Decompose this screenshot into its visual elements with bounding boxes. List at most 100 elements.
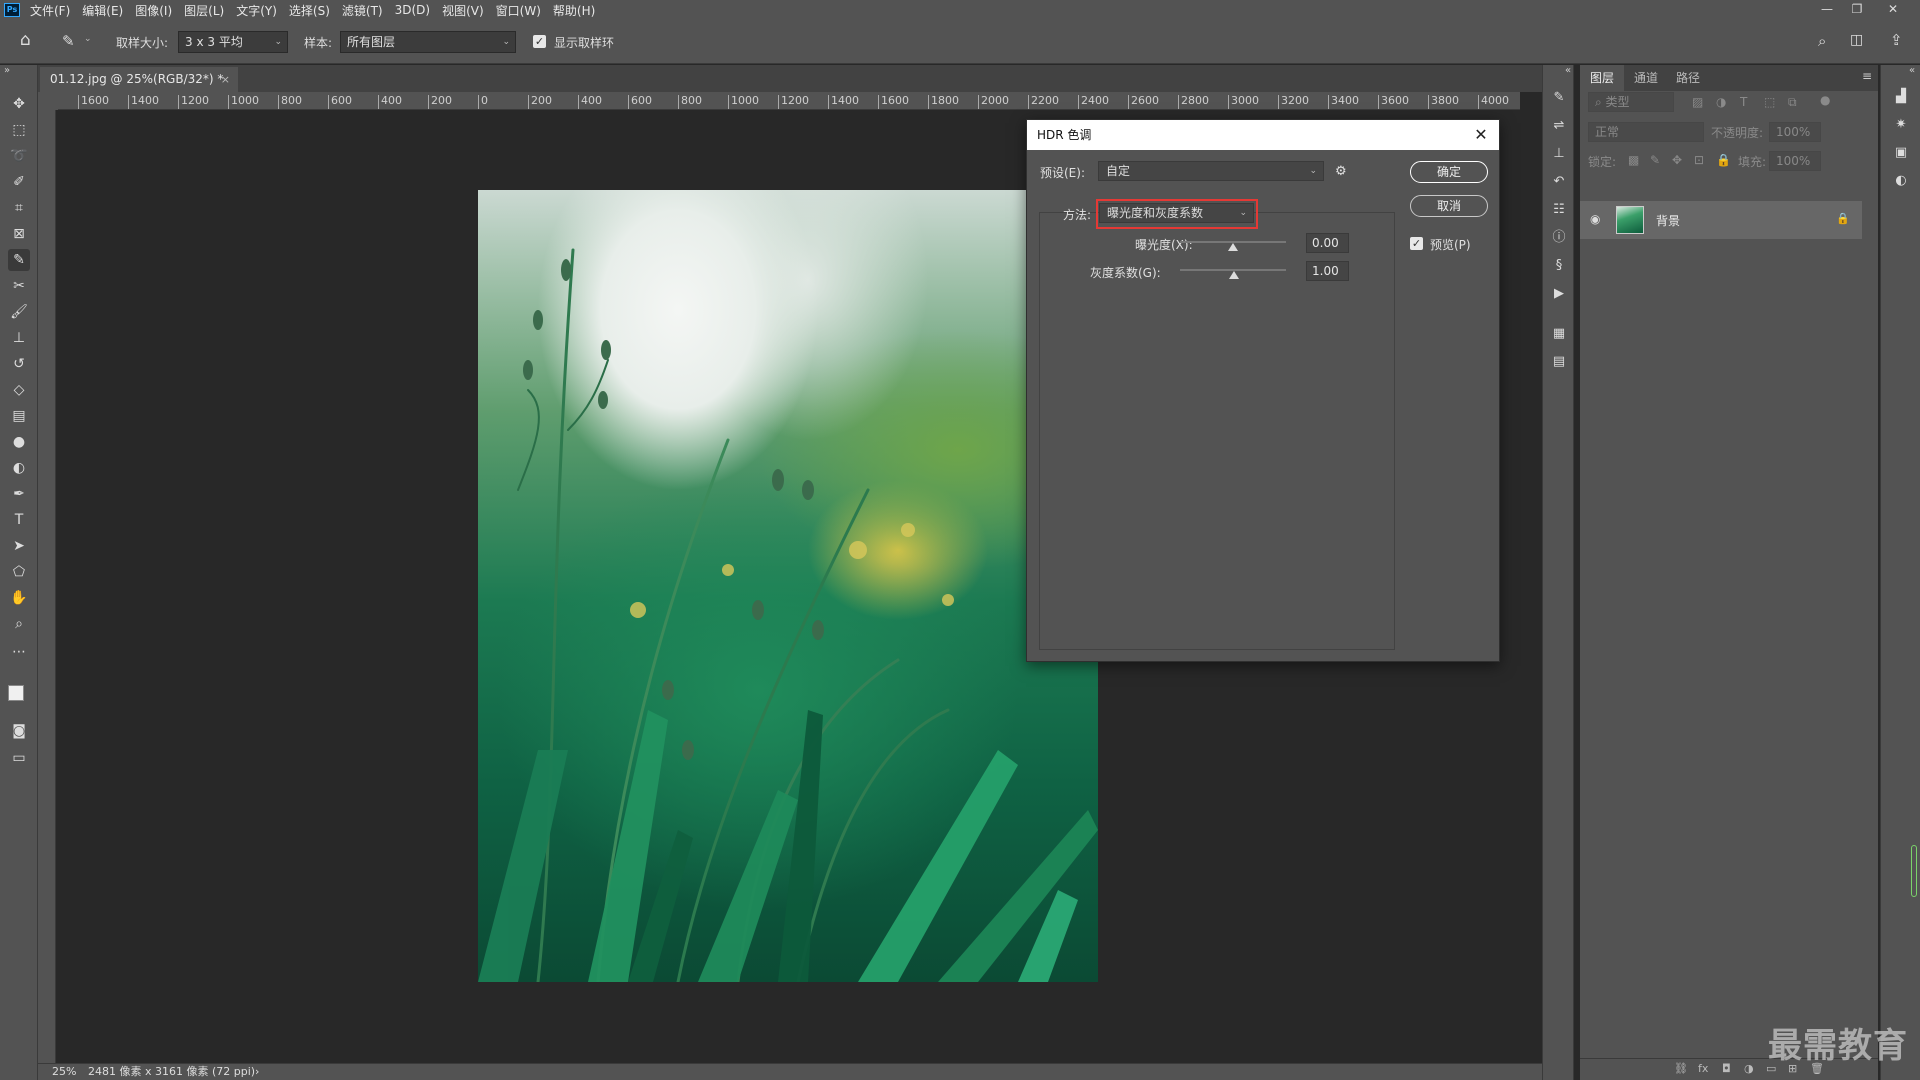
lock-pixels-icon[interactable]: ▩ [1628,153,1639,167]
menu-help[interactable]: 帮助(H) [553,2,595,19]
sample-select[interactable]: 所有图层 ⌄ [340,31,516,53]
opacity-field[interactable]: 100% [1769,122,1821,142]
layer-filter-select[interactable]: ⌕ 类型 [1588,92,1674,112]
adjustment-layer-icon[interactable]: ◑ [1744,1062,1754,1075]
glyphs-icon[interactable]: § [1550,257,1568,275]
collapse-icon[interactable]: » [4,65,10,76]
exposure-slider-thumb[interactable] [1228,243,1238,251]
menu-window[interactable]: 窗口(W) [496,2,541,19]
lasso-tool-icon[interactable]: ➰ [8,145,30,167]
crop-tool-icon[interactable]: ⌗ [8,197,30,219]
notes-icon[interactable]: ▤ [1550,353,1568,371]
cancel-button[interactable]: 取消 [1410,195,1488,217]
tab-channels[interactable]: 通道 [1624,65,1668,91]
preset-options-gear-icon[interactable]: ⚙ [1335,164,1347,179]
blend-mode-select[interactable]: 正常 [1588,122,1704,142]
link-layers-icon[interactable]: ⛓ [1674,1062,1688,1075]
eyedropper-preset-icon[interactable]: ✎ [62,32,75,50]
marquee-tool-icon[interactable]: ⬚ [8,119,30,141]
preview-checkbox[interactable]: ✓ [1410,236,1423,250]
menu-layer[interactable]: 图层(L) [184,2,224,19]
menu-filter[interactable]: 滤镜(T) [342,2,383,19]
menu-select[interactable]: 选择(S) [289,2,330,19]
gamma-slider-thumb[interactable] [1229,271,1239,279]
move-tool-icon[interactable]: ✥ [8,93,30,115]
panel-menu-icon[interactable]: ≡ [1862,69,1872,83]
info-icon[interactable]: ⓘ [1550,229,1568,247]
sample-size-select[interactable]: 3 x 3 平均 ⌄ [178,31,288,53]
layer-row[interactable]: ◉ 背景 🔒 [1580,201,1862,239]
gamma-input[interactable]: 1.00 [1306,261,1349,281]
history-icon[interactable]: ↶ [1550,173,1568,191]
collapse-icon[interactable]: « [1909,65,1915,76]
chevron-down-icon[interactable]: ⌄ [84,34,92,44]
shape-tool-icon[interactable]: ⬠ [8,561,30,583]
filter-shape-icon[interactable]: ⬚ [1764,95,1775,109]
gradient-tool-icon[interactable]: ▤ [8,405,30,427]
eraser-tool-icon[interactable]: ◇ [8,379,30,401]
history-brush-icon[interactable]: ↺ [8,353,30,375]
properties-icon[interactable]: ☷ [1550,201,1568,219]
home-icon[interactable]: ⌂ [20,30,31,50]
layer-lock-icon[interactable]: 🔒 [1836,212,1850,225]
close-window-icon[interactable]: ✕ [1878,0,1908,20]
lock-all-icon[interactable]: 🔒 [1716,153,1731,167]
restore-icon[interactable]: ❐ [1842,0,1872,20]
exposure-input[interactable]: 0.00 [1306,233,1349,253]
filter-pixel-icon[interactable]: ▨ [1692,95,1703,109]
status-arrow-icon[interactable]: › [255,1064,259,1080]
tab-layers[interactable]: 图层 [1580,65,1625,91]
brush-settings-icon[interactable]: ✎ [1550,89,1568,107]
collapse-icon[interactable]: « [1565,65,1571,76]
document-image[interactable] [478,190,1098,982]
preset-select[interactable]: 自定 ⌄ [1098,161,1324,181]
actions-play-icon[interactable]: ▶ [1550,285,1568,303]
navigator-icon[interactable]: ✷ [1891,115,1911,135]
quick-select-tool-icon[interactable]: ✐ [8,171,30,193]
foreground-color-swatch[interactable] [8,685,24,701]
eyedropper-tool-icon[interactable]: ✎ [8,249,30,271]
filter-smart-icon[interactable]: ⧉ [1788,95,1797,110]
menu-file[interactable]: 文件(F) [30,2,70,19]
libraries-icon[interactable]: ▦ [1550,325,1568,343]
lock-position-icon[interactable]: ✥ [1672,153,1682,167]
minimize-icon[interactable]: — [1812,0,1842,20]
close-icon[interactable]: ✕ [1471,120,1491,150]
visibility-eye-icon[interactable]: ◉ [1590,212,1600,226]
filter-adjust-icon[interactable]: ◑ [1716,95,1726,109]
add-mask-icon[interactable]: ◘ [1722,1062,1731,1075]
lock-paint-icon[interactable]: ✎ [1650,153,1660,167]
layer-name[interactable]: 背景 [1656,212,1680,229]
menu-type[interactable]: 文字(Y) [236,2,277,19]
lock-artboard-icon[interactable]: ⊡ [1694,153,1704,167]
brush-tool-icon[interactable]: 🖌 [8,301,30,323]
menu-view[interactable]: 视图(V) [442,2,484,19]
filter-toggle-icon[interactable]: ● [1820,93,1830,107]
menu-edit[interactable]: 编辑(E) [82,2,123,19]
frame-tool-icon[interactable]: ⊠ [8,223,30,245]
filter-type-icon[interactable]: T [1740,95,1747,109]
fill-field[interactable]: 100% [1769,151,1821,171]
stamp-tool-icon[interactable]: ⊥ [8,327,30,349]
screen-mode-icon[interactable]: ▭ [8,747,30,769]
zoom-tool-icon[interactable]: ⌕ [8,613,30,635]
ok-button[interactable]: 确定 [1410,161,1488,183]
type-tool-icon[interactable]: T [8,509,30,531]
quick-mask-icon[interactable]: ◙ [8,720,30,742]
clone-source-icon[interactable]: ⊥ [1550,145,1568,163]
blur-tool-icon[interactable]: ● [8,431,30,453]
share-icon[interactable]: ⇪ [1890,31,1903,49]
workspace-icon[interactable]: ◫ [1850,32,1863,48]
tab-paths[interactable]: 路径 [1666,65,1710,91]
adjustments-icon[interactable]: ⇌ [1550,117,1568,135]
color-icon[interactable]: ◐ [1891,171,1911,191]
histogram-icon[interactable]: ▟ [1891,87,1911,107]
scrollbar-thumb[interactable] [1911,845,1917,897]
dialog-title-bar[interactable]: HDR 色调 ✕ [1027,120,1499,150]
hand-tool-icon[interactable]: ✋ [8,587,30,609]
healing-tool-icon[interactable]: ✂ [8,275,30,297]
zoom-level[interactable]: 25% [52,1064,76,1080]
swatches-icon[interactable]: ▣ [1891,143,1911,163]
more-tools-icon[interactable]: ⋯ [8,641,30,663]
menu-image[interactable]: 图像(I) [135,2,172,19]
